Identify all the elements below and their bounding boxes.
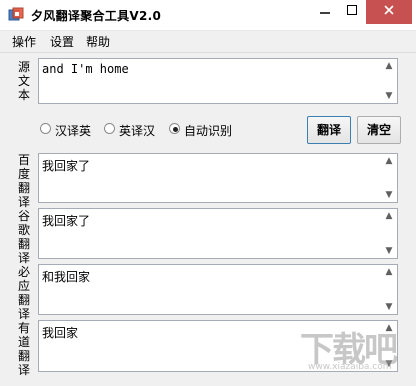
watermark-logo: 下载吧 www.xiazaiba.com	[300, 322, 410, 382]
youdao-label: 有道翻译	[17, 321, 30, 377]
source-text-input[interactable]: and I'm home ▲ ▼	[38, 58, 398, 104]
source-text-value: and I'm home	[42, 62, 129, 76]
translate-button[interactable]: 翻译	[307, 116, 351, 144]
maximize-button[interactable]	[339, 0, 365, 24]
watermark-url: www.xiazaiba.com	[308, 362, 392, 372]
menu-settings[interactable]: 设置	[50, 33, 74, 50]
google-result-value: 我回家了	[42, 214, 91, 228]
menu-separator	[0, 52, 416, 53]
radio-circle-icon	[104, 123, 115, 134]
bing-result-value: 和我回家	[42, 270, 91, 284]
radio-circle-icon	[169, 123, 180, 134]
bing-label: 必应翻译	[17, 265, 30, 321]
radio-selected-dot-icon	[173, 127, 178, 132]
scroll-down-icon[interactable]: ▼	[382, 302, 396, 312]
scroll-down-icon[interactable]: ▼	[382, 246, 396, 256]
scroll-up-icon[interactable]: ▲	[382, 156, 396, 166]
app-icon	[8, 7, 24, 23]
close-button[interactable]	[366, 0, 412, 24]
title-bar: 夕风翻译聚合工具V2.0	[0, 0, 416, 31]
menu-help[interactable]: 帮助	[86, 33, 110, 50]
scroll-up-icon[interactable]: ▲	[382, 267, 396, 277]
baidu-result-value: 我回家了	[42, 159, 91, 173]
scroll-down-icon[interactable]: ▼	[382, 91, 396, 101]
scroll-up-icon[interactable]: ▲	[382, 61, 396, 71]
clear-button[interactable]: 清空	[357, 116, 401, 144]
baidu-result-box[interactable]: 我回家了 ▲ ▼	[38, 153, 398, 203]
youdao-result-value: 我回家	[42, 326, 79, 340]
menu-bar: 操作 设置 帮助	[0, 31, 416, 51]
scroll-up-icon[interactable]: ▲	[382, 211, 396, 221]
google-result-box[interactable]: 我回家了 ▲ ▼	[38, 208, 398, 259]
menu-operate[interactable]: 操作	[12, 33, 36, 50]
radio-label: 英译汉	[119, 124, 156, 138]
radio-circle-icon	[40, 123, 51, 134]
radio-label: 自动识别	[184, 124, 233, 138]
window-title: 夕风翻译聚合工具V2.0	[31, 9, 162, 23]
google-label: 谷歌翻译	[17, 209, 30, 265]
baidu-label: 百度翻译	[17, 153, 30, 209]
scroll-down-icon[interactable]: ▼	[382, 190, 396, 200]
bing-result-box[interactable]: 和我回家 ▲ ▼	[38, 264, 398, 315]
radio-label: 汉译英	[55, 124, 92, 138]
source-label: 源文本	[17, 60, 30, 102]
minimize-button[interactable]	[312, 0, 338, 24]
